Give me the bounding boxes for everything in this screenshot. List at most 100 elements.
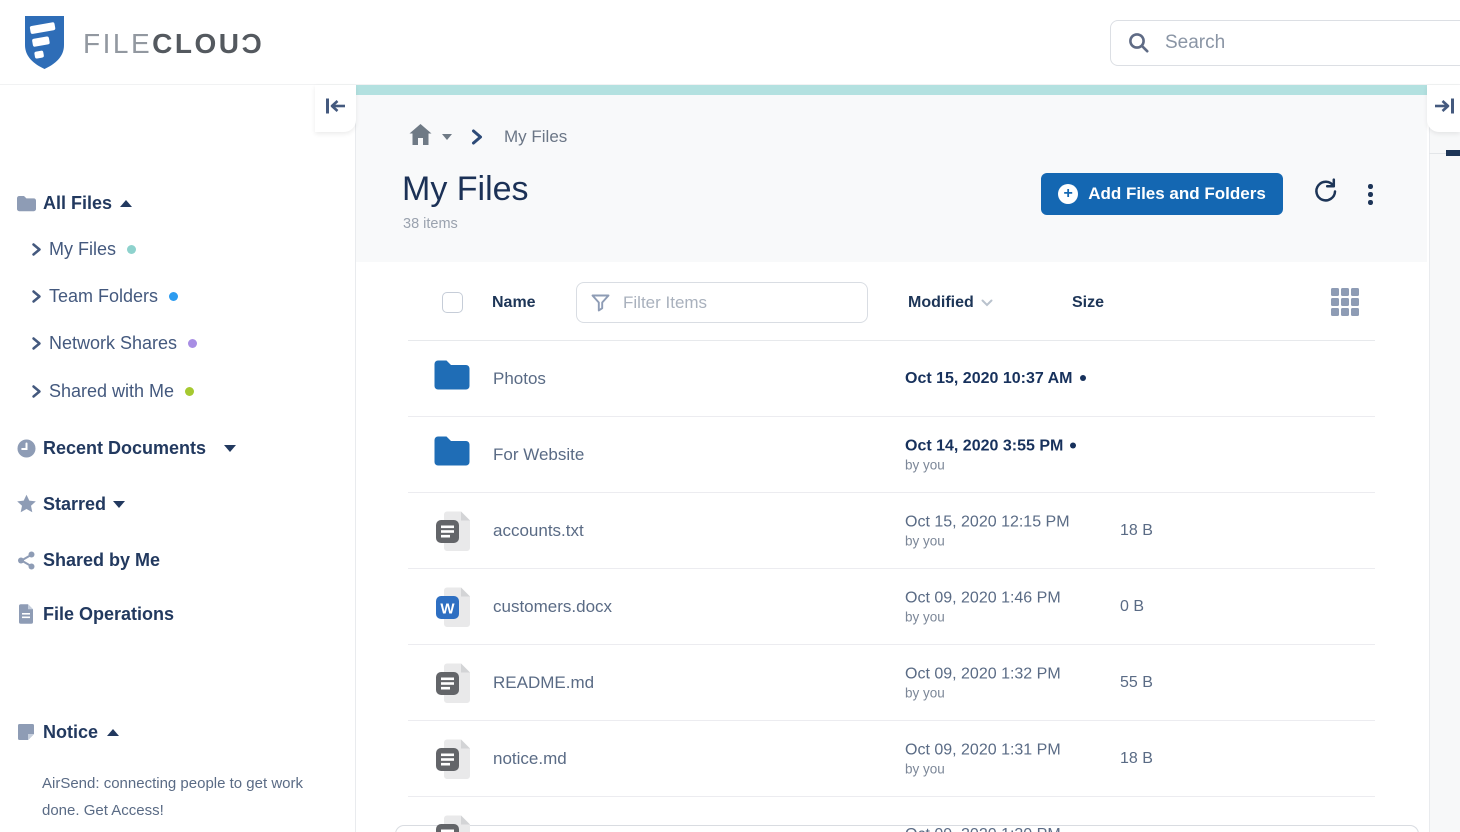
subitem-label: Shared with Me: [49, 381, 174, 402]
chevron-right-icon[interactable]: [31, 384, 42, 399]
svg-text:W: W: [440, 601, 455, 618]
collapse-left-icon: [325, 97, 347, 120]
sidebar-item-recent-documents[interactable]: Recent Documents: [0, 431, 356, 465]
file-operations-label: File Operations: [43, 604, 174, 625]
expand-right-icon: [1433, 97, 1455, 120]
shared-by-me-label: Shared by Me: [43, 550, 160, 571]
top-bar: FILECLOUƆ: [0, 0, 1460, 85]
modified-date: Oct 09, 2020 1:46 PM: [905, 589, 1061, 607]
modified-cell: Oct 09, 2020 1:46 PM by you: [905, 589, 1061, 624]
column-header-name[interactable]: Name: [492, 294, 536, 312]
document-icon: [15, 604, 37, 624]
sidebar-subitem[interactable]: Shared with Me: [0, 374, 356, 408]
sidebar-item-file-operations[interactable]: File Operations: [0, 597, 356, 631]
sidebar-item-all-files[interactable]: All Files: [0, 186, 356, 220]
search-input[interactable]: [1165, 32, 1395, 54]
breadcrumb-current[interactable]: My Files: [504, 127, 567, 147]
status-dot: [185, 387, 194, 396]
filecloud-logo[interactable]: FILECLOUƆ: [22, 13, 264, 75]
file-name[interactable]: README.md: [493, 673, 594, 693]
table-row[interactable]: notice.md Oct 09, 2020 1:31 PM by you 18…: [408, 721, 1375, 797]
file-name[interactable]: notice.md: [493, 749, 567, 769]
notice-note-icon: [15, 723, 37, 741]
sidebar-item-starred[interactable]: Starred: [0, 487, 356, 521]
main-panel: My Files My Files 38 items + Add Files a…: [356, 85, 1427, 832]
breadcrumb: My Files: [408, 123, 567, 151]
modified-date: Oct 14, 2020 3:55 PM: [905, 437, 1076, 455]
sidebar-item-notice[interactable]: Notice: [0, 715, 356, 749]
right-panel-gutter: [1429, 85, 1460, 832]
file-type-icon: [433, 815, 473, 832]
sidebar-collapse-button[interactable]: [315, 85, 356, 132]
file-type-icon: [433, 435, 471, 471]
column-header-modified[interactable]: Modified: [908, 294, 993, 312]
expand-caret-icon: [224, 445, 236, 452]
breadcrumb-chevron-icon: [471, 129, 483, 145]
file-name[interactable]: customers.docx: [493, 597, 612, 617]
add-files-button[interactable]: + Add Files and Folders: [1041, 173, 1283, 215]
chevron-right-icon[interactable]: [31, 289, 42, 304]
file-size: 18 B: [1120, 522, 1153, 540]
sidebar-subitem[interactable]: My Files: [0, 232, 356, 266]
notice-message[interactable]: AirSend: connecting people to get work d…: [42, 770, 330, 824]
plus-icon: +: [1058, 184, 1078, 204]
file-name[interactable]: Photos: [493, 369, 546, 389]
page-title: My Files: [402, 170, 529, 209]
status-dot: [127, 245, 136, 254]
file-table: Name Modified Size Photos Oct 15, 2020 1…: [408, 262, 1375, 832]
filecloud-shield-icon: [22, 13, 67, 75]
sort-chevron-icon: [981, 299, 993, 307]
table-row[interactable]: README.md Oct 09, 2020 1:32 PM by you 55…: [408, 645, 1375, 721]
modified-by: by you: [905, 609, 1061, 624]
status-dot: [169, 292, 178, 301]
starred-label: Starred: [43, 494, 106, 515]
modified-cell: Oct 09, 2020 1:31 PM by you: [905, 741, 1061, 776]
file-size: 0 B: [1120, 598, 1144, 616]
global-search[interactable]: [1110, 20, 1460, 66]
table-header: Name Modified Size: [408, 262, 1375, 341]
all-files-label: All Files: [43, 193, 112, 214]
chevron-right-icon[interactable]: [31, 242, 42, 257]
subitem-label: Network Shares: [49, 333, 177, 354]
modified-cell: Oct 09, 2020 1:30 PM: [905, 826, 1061, 832]
chevron-right-icon[interactable]: [31, 336, 42, 351]
select-all-checkbox[interactable]: [442, 292, 463, 313]
file-size: 18 B: [1120, 750, 1153, 768]
file-name[interactable]: accounts.txt: [493, 521, 584, 541]
refresh-button[interactable]: [1312, 178, 1339, 210]
right-panel-expand-button[interactable]: [1427, 85, 1460, 132]
folder-icon: [15, 195, 37, 212]
search-icon: [1127, 31, 1151, 55]
sidebar-subitem[interactable]: Network Shares: [0, 326, 356, 360]
table-row[interactable]: accounts.txt Oct 15, 2020 12:15 PM by yo…: [408, 493, 1375, 569]
recent-change-dot: [1080, 375, 1086, 381]
file-rows: Photos Oct 15, 2020 10:37 AM For Website…: [408, 341, 1375, 832]
table-row[interactable]: W customers.docx Oct 09, 2020 1:46 PM by…: [408, 569, 1375, 645]
sidebar-subitem[interactable]: Team Folders: [0, 279, 356, 313]
modified-by: by you: [905, 533, 1070, 548]
status-dot: [188, 339, 197, 348]
sidebar: All Files My Files Team Folders Network …: [0, 85, 356, 832]
gutter-scroll-handle[interactable]: [1446, 150, 1460, 156]
modified-cell: Oct 14, 2020 3:55 PM by you: [905, 437, 1076, 472]
home-icon[interactable]: [408, 123, 433, 151]
clock-icon: [15, 439, 37, 458]
table-row[interactable]: Oct 09, 2020 1:30 PM: [408, 797, 1375, 832]
modified-by: by you: [905, 457, 1076, 472]
accent-bar: [356, 85, 1427, 95]
more-options-button[interactable]: [1366, 182, 1375, 207]
notice-label: Notice: [43, 722, 98, 743]
grid-view-button[interactable]: [1331, 288, 1359, 316]
sidebar-item-shared-by-me[interactable]: Shared by Me: [0, 543, 356, 577]
home-menu-caret-icon[interactable]: [442, 134, 452, 140]
table-row[interactable]: For Website Oct 14, 2020 3:55 PM by you: [408, 417, 1375, 493]
modified-date: Oct 15, 2020 10:37 AM: [905, 370, 1086, 388]
filter-input[interactable]: [623, 293, 823, 313]
filter-box[interactable]: [576, 282, 868, 323]
modified-date: Oct 09, 2020 1:32 PM: [905, 665, 1061, 683]
modified-cell: Oct 15, 2020 10:37 AM: [905, 370, 1086, 388]
table-row[interactable]: Photos Oct 15, 2020 10:37 AM: [408, 341, 1375, 417]
file-type-icon: [433, 739, 473, 785]
column-header-size[interactable]: Size: [1072, 294, 1104, 312]
file-name[interactable]: For Website: [493, 445, 584, 465]
